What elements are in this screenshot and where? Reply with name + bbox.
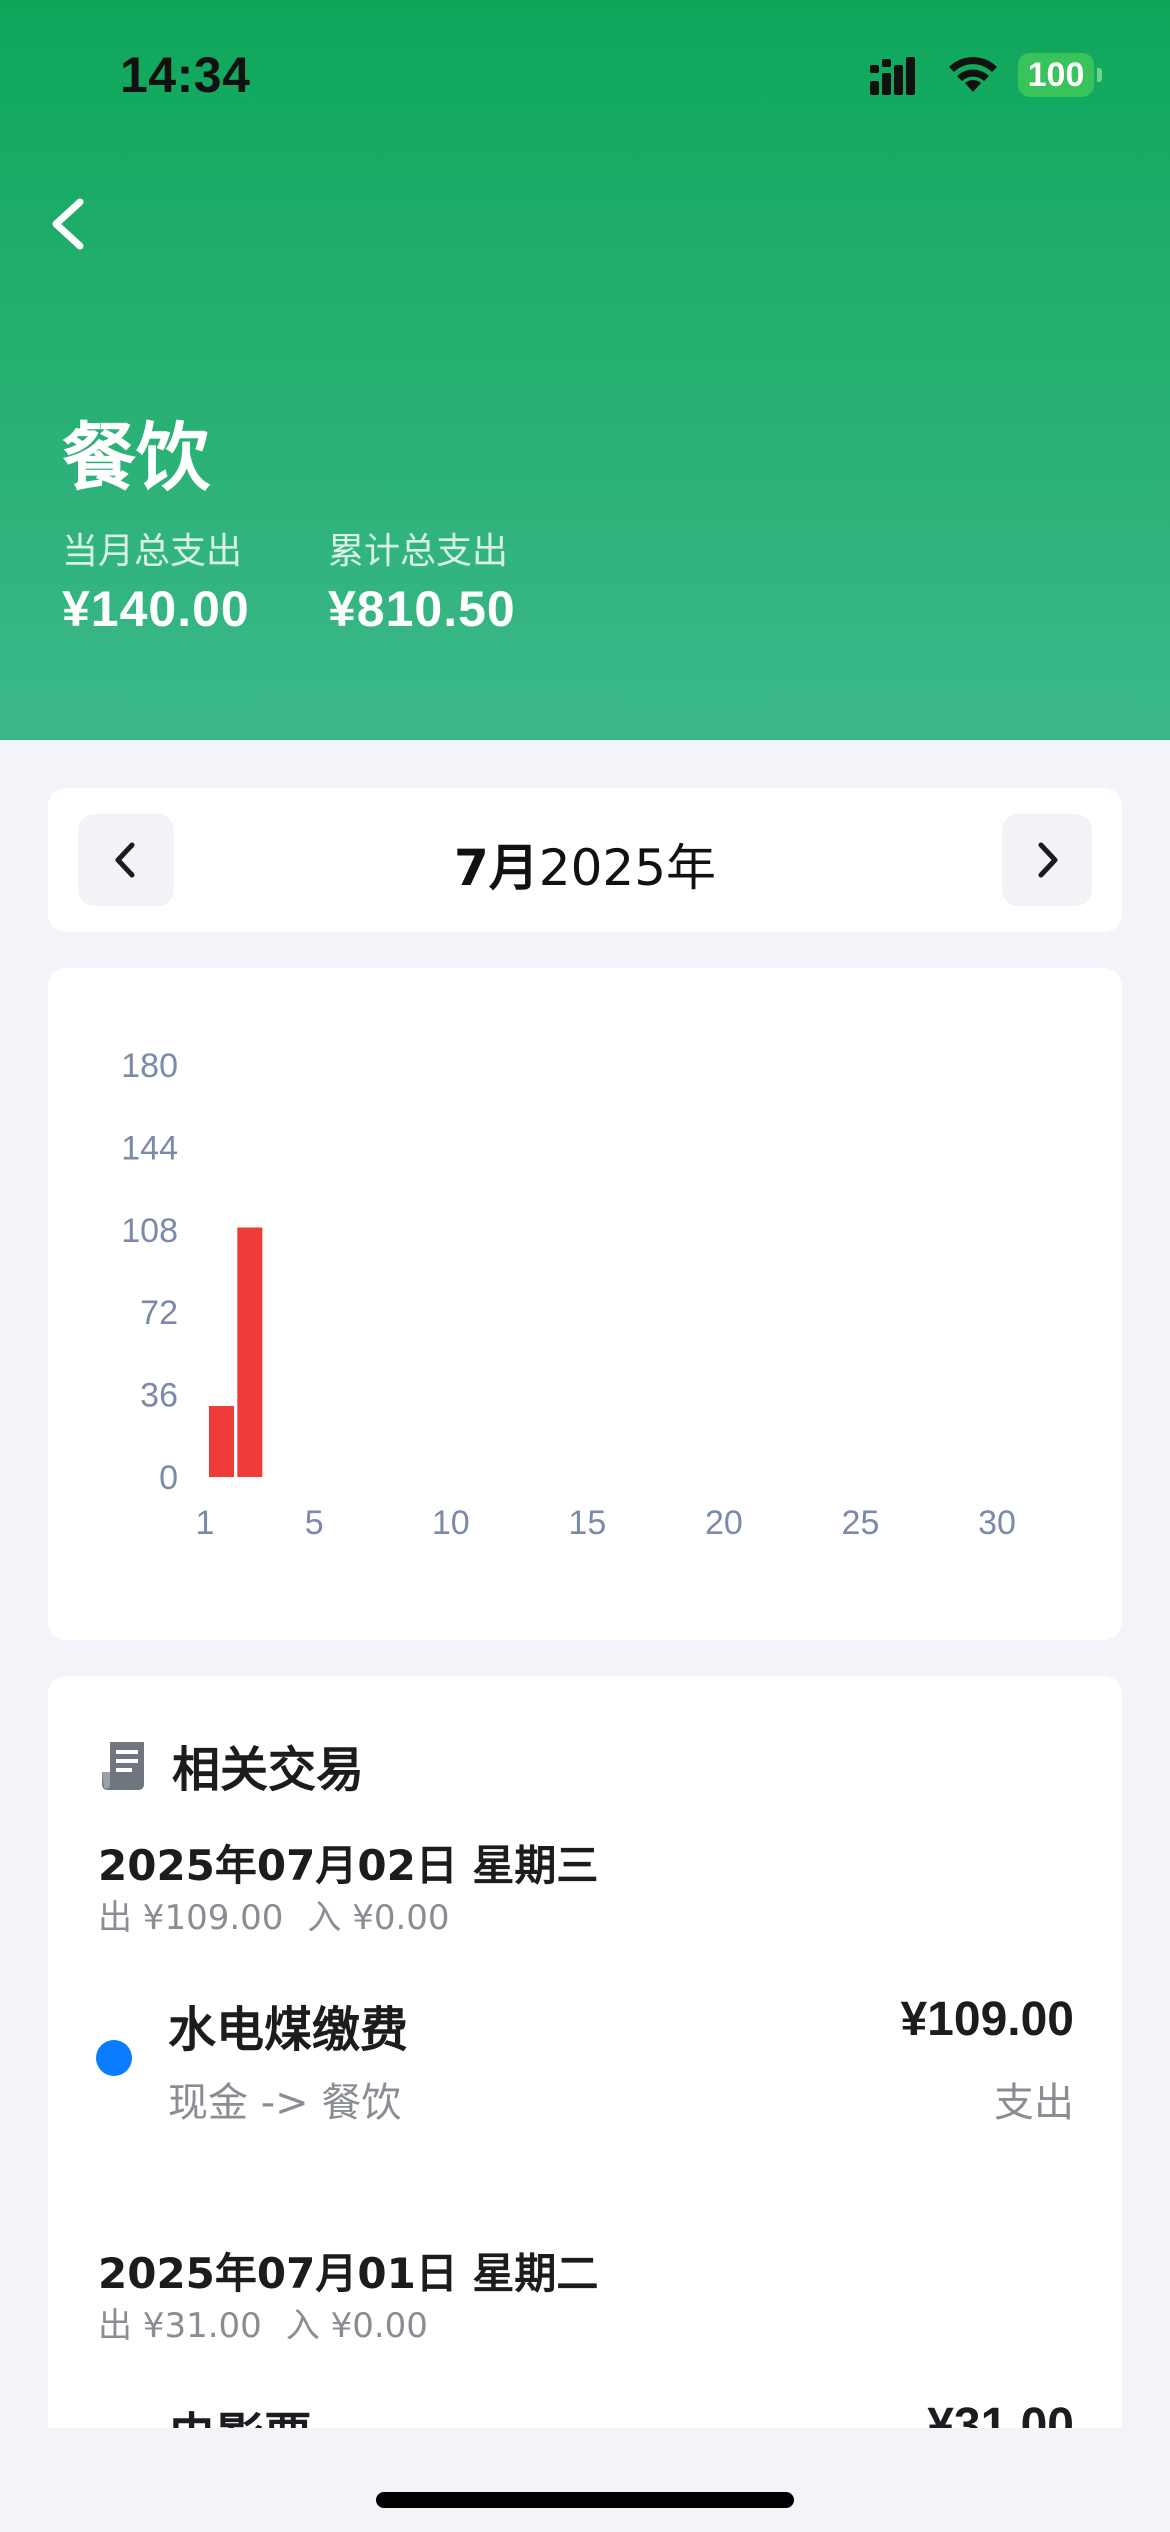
date-header: 2025年07月02日 星期三 — [98, 1841, 599, 1890]
y-tick-label: 180 — [121, 1047, 178, 1085]
year-label: 2025年 — [538, 839, 717, 897]
transactions-header: 相关交易 — [100, 1730, 364, 1800]
back-button[interactable] — [40, 186, 100, 262]
date-header: 2025年07月01日 星期二 — [98, 2249, 599, 2298]
monthly-spend-value: ¥140.00 — [62, 581, 250, 637]
transaction-flow: 现金 -> 餐饮 — [168, 2080, 402, 2126]
transactions-card: 相关交易 2025年07月02日 星期三 出 ¥109.00 入 ¥0.00 水电… — [48, 1676, 1122, 2436]
month-title: 7月2025年 — [48, 828, 1122, 900]
date-summary: 出 ¥109.00 入 ¥0.00 — [98, 1890, 450, 1939]
chevron-right-icon — [1038, 842, 1058, 878]
status-icons: 100 — [870, 52, 1102, 98]
home-indicator — [376, 2492, 794, 2508]
x-tick-label: 10 — [432, 1504, 470, 1542]
y-tick-label: 144 — [121, 1129, 178, 1167]
transaction-name: 水电煤缴费 — [168, 2002, 409, 2058]
day-out-total: 出 ¥31.00 — [98, 2306, 262, 2346]
transactions-title: 相关交易 — [172, 1742, 365, 1798]
x-tick-label: 20 — [705, 1504, 743, 1542]
y-tick-label: 36 — [140, 1377, 178, 1415]
bar-chart: 180144108723601 5 10 15 20 25 30 — [121, 1047, 1016, 1542]
x-tick-label: 1 — [196, 1504, 215, 1542]
day-in-total: 入 ¥0.00 — [307, 1898, 450, 1938]
y-tick-label: 108 — [121, 1212, 178, 1250]
transaction-amount: ¥109.00 — [900, 1993, 1074, 2046]
status-time: 14:34 — [120, 47, 251, 103]
receipt-icon — [102, 1742, 144, 1790]
date-summary: 出 ¥31.00 入 ¥0.00 — [98, 2298, 428, 2347]
y-tick-label: 0 — [159, 1459, 178, 1497]
daily-spend-chart: 180 144 108 72 36 0 1 5 10 15 20 25 30 — [48, 968, 1122, 1640]
x-tick-label: 5 — [305, 1504, 324, 1542]
chart-bar[interactable] — [237, 1227, 263, 1477]
page-title: 餐饮 — [62, 415, 210, 501]
next-month-button[interactable] — [1002, 814, 1092, 906]
day-out-total: 出 ¥109.00 — [98, 1898, 284, 1938]
total-spend-value: ¥810.50 — [328, 581, 516, 637]
x-tick-label: 30 — [978, 1504, 1016, 1542]
cellular-signal-icon — [870, 57, 915, 95]
chart-bar[interactable] — [209, 1406, 234, 1477]
transaction-type: 支出 — [994, 2080, 1074, 2126]
y-tick-label: 72 — [140, 1294, 178, 1332]
wifi-icon — [949, 57, 997, 92]
battery-icon: 100 — [1018, 53, 1102, 97]
month-label: 7月 — [453, 839, 539, 897]
monthly-spend-label: 当月总支出 — [62, 531, 243, 572]
total-spend-label: 累计总支出 — [328, 531, 509, 572]
x-tick-label: 15 — [568, 1504, 606, 1542]
account-color-dot — [96, 2040, 132, 2076]
chevron-left-icon — [52, 198, 84, 250]
bottom-safe-area — [0, 2428, 1170, 2532]
month-selector: 7月2025年 — [48, 788, 1122, 932]
day-in-total: 入 ¥0.00 — [285, 2306, 428, 2346]
x-tick-label: 25 — [842, 1504, 880, 1542]
